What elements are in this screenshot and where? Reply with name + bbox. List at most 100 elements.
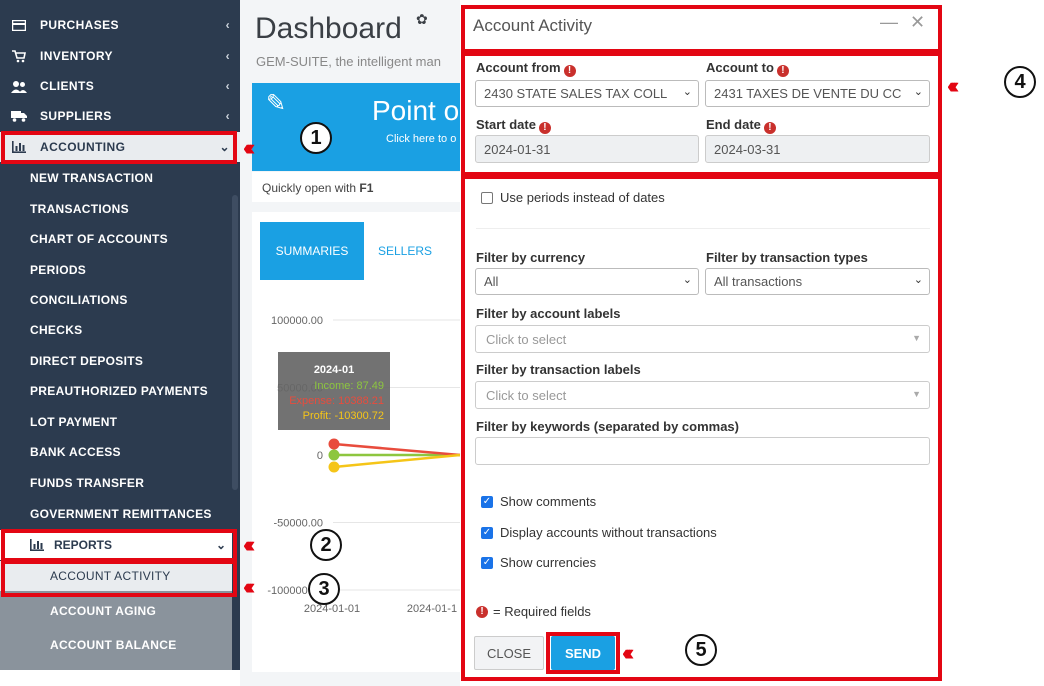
note-text: = Required fields bbox=[493, 604, 591, 619]
sidebar-item-direct-deposits[interactable]: DIRECT DEPOSITS bbox=[0, 346, 232, 376]
close-button[interactable]: CLOSE bbox=[474, 636, 544, 670]
check-icon[interactable]: ✓ bbox=[481, 495, 493, 508]
select-value: 2431 TAXES DE VENTE DU CC bbox=[714, 86, 902, 101]
account-from-label: Account from! bbox=[476, 60, 576, 77]
step-number-3: 3 bbox=[308, 573, 340, 605]
required-icon: ! bbox=[563, 65, 576, 77]
transaction-types-label: Filter by transaction types bbox=[706, 250, 868, 265]
sidebar-item-preauthorized-payments[interactable]: PREAUTHORIZED PAYMENTS bbox=[0, 376, 232, 406]
transaction-labels-select[interactable]: Click to select ▼ bbox=[475, 381, 930, 409]
checkbox-label: Display accounts without transactions bbox=[500, 525, 717, 540]
chevron-left-icon: ‹ bbox=[225, 79, 230, 93]
bar-chart-icon bbox=[30, 539, 44, 551]
close-icon[interactable]: ✕ bbox=[910, 12, 925, 33]
sidebar-item-label: TRANSACTIONS bbox=[30, 202, 129, 216]
select-value: All bbox=[484, 274, 499, 289]
sidebar-item-account-balance[interactable]: ACCOUNT BALANCE bbox=[0, 630, 232, 660]
chevron-left-icon: ‹ bbox=[225, 49, 230, 63]
sidebar-item-reports[interactable]: REPORTS ⌄ bbox=[0, 530, 232, 560]
sidebar-item-label: DIRECT DEPOSITS bbox=[30, 354, 144, 368]
chevron-down-icon: ⌄ bbox=[913, 274, 923, 286]
quick-open-text: Quickly open with bbox=[262, 181, 357, 195]
required-icon: ! bbox=[476, 605, 488, 618]
bar-chart-icon bbox=[11, 140, 27, 154]
sidebar-item-conciliations[interactable]: CONCILIATIONS bbox=[0, 285, 232, 315]
checkbox-label: Show comments bbox=[500, 494, 597, 509]
sidebar-item-label: LOT PAYMENT bbox=[30, 415, 118, 429]
account-from-select[interactable]: 2430 STATE SALES TAX COLL ⌄ bbox=[475, 80, 699, 107]
minimize-icon[interactable]: — bbox=[880, 12, 898, 33]
sidebar-item-checks[interactable]: CHECKS bbox=[0, 315, 232, 345]
sidebar-item-clients[interactable]: CLIENTS ‹ bbox=[0, 71, 240, 101]
sidebar-item-new-transaction[interactable]: NEW TRANSACTION bbox=[0, 163, 232, 193]
quick-open-hint: Quickly open with F1 bbox=[252, 172, 460, 202]
sidebar-item-inventory[interactable]: INVENTORY ‹ bbox=[0, 41, 240, 71]
gear-icon[interactable]: ✿ bbox=[416, 11, 428, 28]
show-comments-checkbox[interactable]: ✓ Show comments bbox=[481, 494, 596, 509]
chevron-down-icon: ⌄ bbox=[913, 86, 923, 98]
select-value: 2430 STATE SALES TAX COLL bbox=[484, 86, 668, 101]
account-labels-select[interactable]: Click to select ▼ bbox=[475, 325, 930, 353]
required-fields-note: ! = Required fields bbox=[476, 604, 591, 619]
currency-select[interactable]: All ⌄ bbox=[475, 268, 699, 295]
start-date-input[interactable]: 2024-01-31 bbox=[475, 135, 699, 163]
select-value: All transactions bbox=[714, 274, 803, 289]
step-number-5: 5 bbox=[685, 634, 717, 666]
label-text: Start date bbox=[476, 117, 536, 132]
dashboard-card: SUMMARIES SELLERS bbox=[252, 212, 460, 672]
sidebar-item-bank-access[interactable]: BANK ACCESS bbox=[0, 437, 232, 467]
keywords-label: Filter by keywords (separated by commas) bbox=[476, 419, 739, 434]
send-button[interactable]: SEND bbox=[551, 636, 615, 670]
show-currencies-checkbox[interactable]: ✓ Show currencies bbox=[481, 555, 596, 570]
edit-icon: ✎ bbox=[266, 90, 287, 117]
sidebar-item-label: CONCILIATIONS bbox=[30, 293, 128, 307]
end-date-input[interactable]: 2024-03-31 bbox=[705, 135, 930, 163]
point-of-sale-tile[interactable]: ✎ Point o Click here to o bbox=[252, 83, 460, 171]
chevron-down-icon: ⌄ bbox=[682, 274, 692, 286]
sidebar-item-label: BANK ACCESS bbox=[30, 445, 121, 459]
chevron-down-icon: ⌄ bbox=[219, 140, 230, 154]
card-icon bbox=[11, 18, 27, 32]
display-accounts-checkbox[interactable]: ✓ Display accounts without transactions bbox=[481, 525, 717, 540]
sidebar-item-periods[interactable]: PERIODS bbox=[0, 255, 232, 285]
tab-summaries[interactable]: SUMMARIES bbox=[260, 222, 364, 280]
sidebar-item-accounting[interactable]: ACCOUNTING ⌄ bbox=[0, 132, 240, 162]
account-to-select[interactable]: 2431 TAXES DE VENTE DU CC ⌄ bbox=[705, 80, 930, 107]
sidebar-item-label: CHART OF ACCOUNTS bbox=[30, 232, 168, 246]
quick-open-key: F1 bbox=[359, 181, 374, 195]
sidebar-item-account-activity[interactable]: ACCOUNT ACTIVITY bbox=[0, 561, 232, 591]
step-number-4: 4 bbox=[1004, 66, 1036, 98]
dashboard: Dashboard ✿ GEM-SUITE, the intelligent m… bbox=[240, 0, 460, 686]
sidebar-item-funds-transfer[interactable]: FUNDS TRANSFER bbox=[0, 468, 232, 498]
use-periods-checkbox[interactable]: Use periods instead of dates bbox=[481, 190, 665, 205]
chevron-left-icon: ‹ bbox=[225, 18, 230, 32]
sidebar-item-label: SUPPLIERS bbox=[40, 109, 112, 123]
check-icon[interactable]: ✓ bbox=[481, 556, 493, 569]
users-icon bbox=[11, 79, 27, 93]
sidebar-item-label: CHECKS bbox=[30, 323, 83, 337]
sidebar-item-chart-of-accounts[interactable]: CHART OF ACCOUNTS bbox=[0, 224, 232, 254]
transaction-types-select[interactable]: All transactions ⌄ bbox=[705, 268, 930, 295]
label-text: Account from bbox=[476, 60, 561, 75]
currency-filter-label: Filter by currency bbox=[476, 250, 586, 265]
sidebar-item-label: ACCOUNT ACTIVITY bbox=[50, 569, 171, 583]
chevron-down-icon: ⌄ bbox=[215, 538, 226, 552]
check-icon[interactable]: ✓ bbox=[481, 526, 493, 539]
required-icon: ! bbox=[763, 122, 776, 134]
keywords-input[interactable] bbox=[475, 437, 930, 465]
sidebar-item-purchases[interactable]: PURCHASES ‹ bbox=[0, 10, 240, 40]
sidebar-item-account-aging[interactable]: ACCOUNT AGING bbox=[0, 596, 232, 626]
checkbox-unchecked[interactable] bbox=[481, 191, 493, 204]
tab-sellers[interactable]: SELLERS bbox=[370, 222, 440, 280]
chevron-down-icon: ⌄ bbox=[682, 86, 692, 98]
sidebar-item-label: PREAUTHORIZED PAYMENTS bbox=[30, 384, 208, 398]
sidebar-item-label: INVENTORY bbox=[40, 49, 113, 63]
sidebar-item-suppliers[interactable]: SUPPLIERS ‹ bbox=[0, 101, 240, 131]
sidebar-item-label: ACCOUNTING bbox=[40, 140, 126, 154]
sidebar-item-transactions[interactable]: TRANSACTIONS bbox=[0, 194, 232, 224]
chevron-left-icon: ‹ bbox=[225, 109, 230, 123]
sidebar-scrollbar[interactable] bbox=[232, 195, 238, 490]
truck-icon bbox=[11, 109, 27, 123]
sidebar-item-government-remittances[interactable]: GOVERNMENT REMITTANCES bbox=[0, 499, 232, 529]
sidebar-item-lot-payment[interactable]: LOT PAYMENT bbox=[0, 407, 232, 437]
